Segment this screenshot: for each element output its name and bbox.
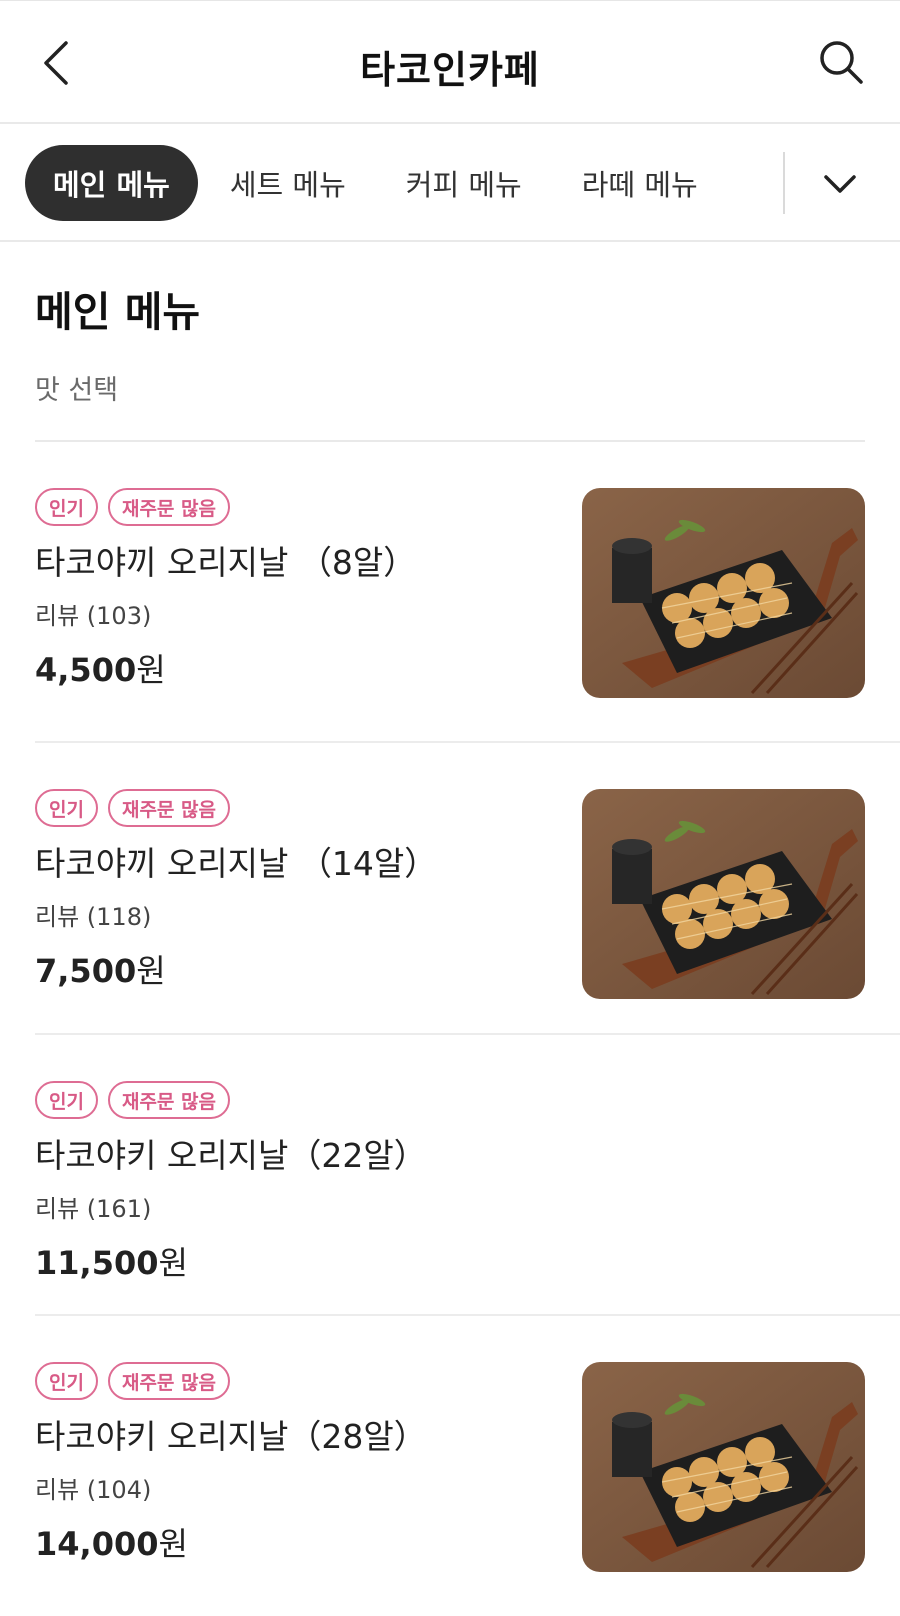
menu-item-name: 타코야키 오리지날（28알） — [35, 1417, 427, 1456]
price-amount: 11,500 — [35, 1244, 159, 1282]
category-tab-bar: 메인 메뉴 세트 메뉴 커피 메뉴 라떼 메뉴 에이 — [0, 124, 900, 242]
menu-list: 인기 재주문 많음 타코야끼 오리지날 （8알） 리뷰 (103) 4,500원 — [0, 442, 900, 1616]
menu-item-price: 11,500원 — [35, 1238, 427, 1284]
price-amount: 7,500 — [35, 952, 137, 990]
app-header: 타코인카페 — [0, 0, 900, 124]
section-subtitle: 맛 선택 — [35, 375, 119, 406]
price-currency: 원 — [136, 651, 166, 689]
search-button[interactable] — [814, 35, 868, 89]
reorder-badge: 재주문 많음 — [107, 789, 230, 827]
reorder-badge: 재주문 많음 — [107, 1362, 230, 1400]
section-title: 메인 메뉴 — [35, 288, 201, 336]
takoyaki-photo — [582, 789, 865, 999]
menu-item-info: 인기 재주문 많음 타코야키 오리지날（22알） 리뷰 (161) 11,500… — [35, 1081, 427, 1284]
popular-badge: 인기 — [35, 488, 98, 526]
popular-badge: 인기 — [35, 789, 98, 827]
tab-coffee-menu[interactable]: 커피 메뉴 — [378, 145, 550, 221]
tab-divider — [783, 152, 785, 214]
badge-group: 인기 재주문 많음 — [35, 488, 416, 526]
menu-item-name: 타코야끼 오리지날 （14알） — [35, 844, 438, 883]
menu-item-name: 타코야끼 오리지날 （8알） — [35, 543, 417, 582]
page-title: 타코인카페 — [360, 48, 540, 92]
takoyaki-photo — [582, 1362, 865, 1572]
tab-main-menu[interactable]: 메인 메뉴 — [25, 145, 198, 221]
menu-item[interactable]: 인기 재주문 많음 타코야키 오리지날（28알） 리뷰 (104) 14,000… — [35, 1316, 900, 1616]
menu-item[interactable]: 인기 재주문 많음 타코야키 오리지날（22알） 리뷰 (161) 11,500… — [35, 1035, 900, 1316]
badge-group: 인기 재주문 많음 — [35, 1362, 427, 1400]
price-currency: 원 — [158, 1525, 188, 1563]
tab-expand-button[interactable] — [810, 154, 870, 214]
takoyaki-photo — [582, 488, 865, 698]
menu-item[interactable]: 인기 재주문 많음 타코야끼 오리지날 （8알） 리뷰 (103) 4,500원 — [35, 442, 900, 743]
badge-group: 인기 재주문 많음 — [35, 1081, 427, 1119]
category-tabs: 메인 메뉴 세트 메뉴 커피 메뉴 라떼 메뉴 에이 — [25, 144, 785, 222]
popular-badge: 인기 — [35, 1362, 98, 1400]
menu-item-image[interactable] — [582, 488, 865, 698]
tab-ade-menu[interactable]: 에이 — [730, 145, 785, 221]
review-count: 리뷰 (118) — [35, 903, 152, 931]
review-count: 리뷰 (104) — [35, 1476, 152, 1504]
chevron-down-icon — [824, 175, 856, 193]
search-icon — [820, 41, 863, 84]
menu-item-info: 인기 재주문 많음 타코야끼 오리지날 （14알） 리뷰 (118) 7,500… — [35, 789, 437, 992]
reorder-badge: 재주문 많음 — [107, 1081, 230, 1119]
menu-item-price: 4,500원 — [35, 645, 416, 691]
menu-item-price: 7,500원 — [35, 946, 437, 992]
popular-badge: 인기 — [35, 1081, 98, 1119]
menu-item-image[interactable] — [582, 789, 865, 999]
review-count: 리뷰 (103) — [35, 602, 152, 630]
menu-item-info: 인기 재주문 많음 타코야끼 오리지날 （8알） 리뷰 (103) 4,500원 — [35, 488, 416, 691]
price-amount: 14,000 — [35, 1525, 159, 1563]
review-count: 리뷰 (161) — [35, 1195, 152, 1223]
menu-item-price: 14,000원 — [35, 1519, 427, 1565]
price-currency: 원 — [158, 1244, 188, 1282]
menu-item-name: 타코야키 오리지날（22알） — [35, 1136, 427, 1175]
price-amount: 4,500 — [35, 651, 137, 689]
menu-item-info: 인기 재주문 많음 타코야키 오리지날（28알） 리뷰 (104) 14,000… — [35, 1362, 427, 1565]
menu-item[interactable]: 인기 재주문 많음 타코야끼 오리지날 （14알） 리뷰 (118) 7,500… — [35, 743, 900, 1035]
tab-latte-menu[interactable]: 라떼 메뉴 — [554, 145, 726, 221]
tab-set-menu[interactable]: 세트 메뉴 — [202, 145, 374, 221]
price-currency: 원 — [136, 952, 166, 990]
badge-group: 인기 재주문 많음 — [35, 789, 437, 827]
menu-item-image[interactable] — [582, 1362, 865, 1572]
reorder-badge: 재주문 많음 — [107, 488, 230, 526]
menu-section-header: 메인 메뉴 맛 선택 — [35, 242, 865, 407]
